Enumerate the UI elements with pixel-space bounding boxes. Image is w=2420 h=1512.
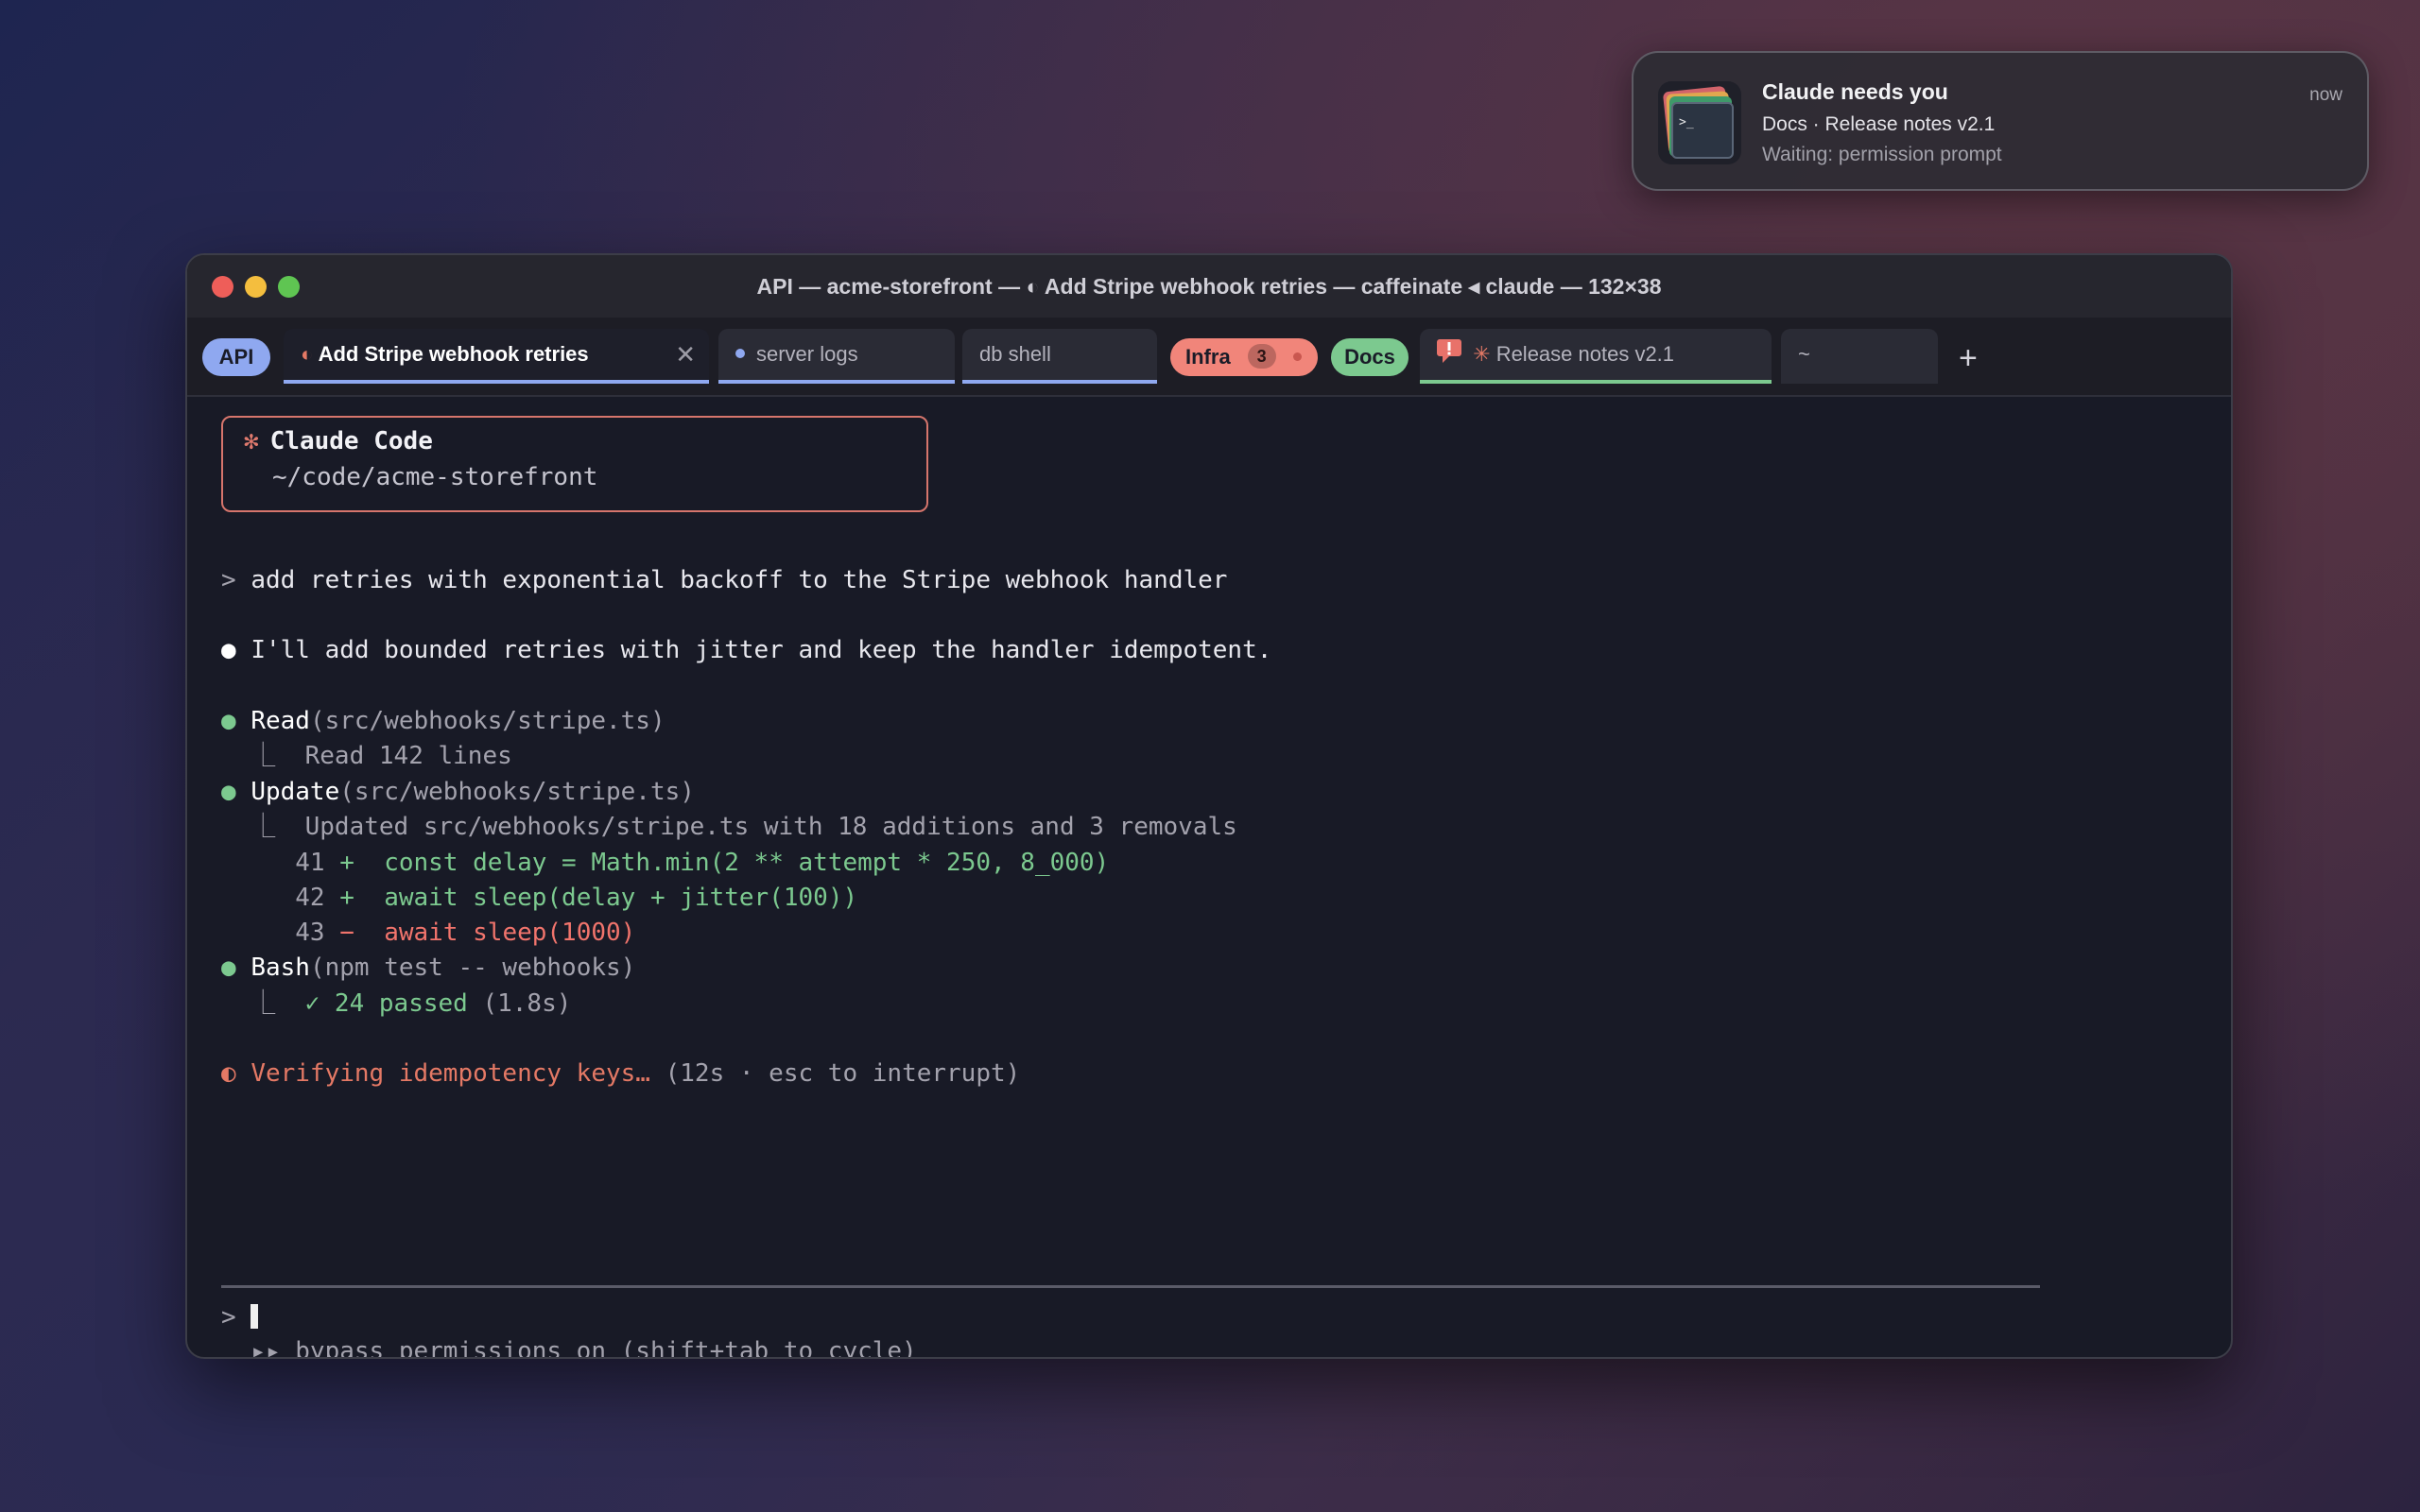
banner-title: Claude Code — [269, 427, 433, 455]
status-text: Verifying idempotency keys… — [251, 1059, 650, 1088]
notification-subtitle: Docs · Release notes v2.1 — [1762, 113, 1996, 135]
terminal-window: API — acme-storefront — ◐ Add Stripe web… — [185, 253, 2233, 1359]
tab-label: Release notes v2.1 — [1495, 342, 1675, 366]
diff-line: 41 + const delay = Math.min(2 ** attempt… — [295, 849, 1110, 877]
activity-dot-icon — [1292, 352, 1302, 361]
banner-path: ~/code/acme-storefront — [272, 463, 598, 491]
claude-logo-icon: ✻ — [244, 427, 259, 455]
tool-arg: (npm test -- webhooks) — [309, 954, 636, 982]
tab-group-docs[interactable]: Docs — [1331, 338, 1409, 376]
test-duration: (1.8s) — [482, 989, 572, 1018]
maximize-window-button[interactable] — [278, 276, 300, 298]
mode-hint-text: ▸▸ bypass permissions on (shift+tab to c… — [251, 1337, 917, 1359]
diff-line: 42 + await sleep(delay + jitter(100)) — [295, 884, 858, 912]
close-window-button[interactable] — [212, 276, 233, 298]
tool-name: Update — [251, 778, 340, 806]
sparkle-icon: ✳ — [1473, 342, 1491, 366]
terminal-app-icon: >_ — [1658, 81, 1741, 164]
notification-banner[interactable]: >_ Claude needs you now Docs · Release n… — [1632, 51, 2369, 191]
tool-arg: (src/webhooks/stripe.ts) — [309, 707, 666, 735]
tab-group-infra[interactable]: Infra 3 — [1170, 338, 1318, 376]
tool-call-update: ● Update(src/webhooks/stripe.ts) — [221, 778, 695, 806]
tool-result-text: Read 142 lines — [304, 742, 512, 770]
tab-server-logs[interactable]: server logs — [718, 329, 955, 384]
tab-count-badge: 3 — [1247, 344, 1276, 369]
tool-result-bash: ⎿ ✓ 24 passed (1.8s) — [221, 989, 572, 1018]
close-tab-icon[interactable]: ✕ — [675, 329, 696, 380]
tab-group-label: Infra — [1185, 345, 1231, 369]
tool-call-read: ● Read(src/webhooks/stripe.ts) — [221, 707, 666, 735]
activity-dot-icon — [735, 349, 745, 359]
notification-body: Waiting: permission prompt — [1762, 144, 2002, 165]
tab-add-stripe-webhook-retries[interactable]: ◐ Add Stripe webhook retries ✕ — [284, 329, 709, 384]
minimize-window-button[interactable] — [245, 276, 267, 298]
assistant-reply-text: I'll add bounded retries with jitter and… — [251, 636, 1272, 664]
tab-home-shell[interactable]: ~ — [1781, 329, 1938, 384]
input-divider — [221, 1285, 2040, 1288]
tool-arg: (src/webhooks/stripe.ts) — [339, 778, 695, 806]
tool-result-update: ⎿ Updated src/webhooks/stripe.ts with 18… — [221, 813, 1237, 841]
status-line: ◐ Verifying idempotency keys… (12s · esc… — [221, 1057, 1020, 1091]
user-prompt-line: > add retries with exponential backoff t… — [221, 566, 1228, 594]
diff-line: 43 − await sleep(1000) — [295, 919, 636, 947]
status-meta: (12s · esc to interrupt) — [665, 1059, 1021, 1088]
tool-name: Read — [251, 707, 310, 735]
tab-bar: API ◐ Add Stripe webhook retries ✕ serve… — [187, 318, 2231, 397]
tab-label: Add Stripe webhook retries — [318, 342, 589, 366]
tab-label: ~ — [1798, 342, 1810, 366]
title-bar[interactable]: API — acme-storefront — ◐ Add Stripe web… — [187, 255, 2231, 318]
assistant-reply-line: ● I'll add bounded retries with jitter a… — [221, 636, 1272, 664]
tool-name: Bash — [251, 954, 310, 982]
alert-bubble-icon — [1437, 339, 1461, 364]
test-result-text: ✓ 24 passed — [304, 989, 468, 1018]
notification-time: now — [2309, 85, 2342, 105]
tool-result-read: ⎿ Read 142 lines — [221, 742, 512, 770]
tool-call-bash: ● Bash(npm test -- webhooks) — [221, 954, 636, 982]
tab-label: db shell — [979, 342, 1051, 366]
tab-db-shell[interactable]: db shell — [962, 329, 1157, 384]
new-tab-button[interactable]: + — [1959, 335, 1978, 382]
tool-result-text: Updated src/webhooks/stripe.ts with 18 a… — [304, 813, 1237, 841]
input-prompt-symbol: > — [221, 1303, 236, 1332]
tab-group-api[interactable]: API — [202, 338, 270, 376]
tab-release-notes[interactable]: ✳ Release notes v2.1 — [1420, 329, 1772, 384]
claude-code-banner: ✻ Claude Code ~/code/acme-storefront — [221, 416, 928, 512]
spinner-icon: ◐ — [221, 1059, 236, 1088]
window-title: API — acme-storefront — ◐ Add Stripe web… — [756, 274, 1662, 299]
user-prompt-text: add retries with exponential backoff to … — [251, 566, 1228, 594]
spinner-icon: ◐ — [301, 342, 314, 366]
terminal-content[interactable]: ✻ Claude Code ~/code/acme-storefront > ad… — [187, 399, 2231, 1357]
text-cursor — [251, 1303, 259, 1329]
mode-hint-line: ▸▸ bypass permissions on (shift+tab to c… — [221, 1334, 917, 1359]
notification-title: Claude needs you — [1762, 79, 1948, 104]
input-line[interactable]: > — [221, 1300, 259, 1334]
tab-label: server logs — [756, 342, 858, 366]
